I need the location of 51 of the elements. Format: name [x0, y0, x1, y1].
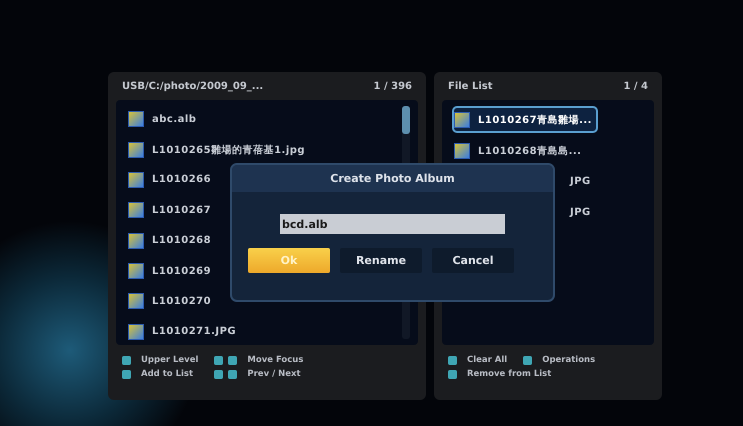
file-name[interactable]: L1010269 — [152, 266, 212, 277]
photo-file-icon — [128, 111, 144, 128]
photo-file-icon — [128, 324, 144, 340]
remote-key-icon — [214, 356, 224, 364]
scrollbar-thumb[interactable] — [402, 106, 410, 134]
photo-file-icon — [454, 112, 470, 128]
remote-key-icon — [448, 356, 457, 364]
photo-file-icon — [128, 142, 144, 158]
hint-label: Operations — [542, 355, 596, 365]
photo-file-icon — [454, 142, 470, 158]
hint-label: Remove from List — [467, 369, 552, 379]
hint-label: Move Focus — [247, 355, 304, 365]
file-list-item[interactable]: JPG — [564, 168, 597, 195]
hint-label: Prev / Next — [247, 369, 301, 379]
file-name: L1010268青島島... — [478, 144, 582, 158]
file-list-item[interactable]: L1010267青島雛場... — [452, 106, 598, 133]
remote-key-icon — [214, 370, 224, 378]
file-list-item[interactable]: L1010268青島島... — [452, 137, 588, 164]
file-name[interactable]: L1010267 — [152, 204, 212, 216]
file-name[interactable]: L1010268 — [152, 235, 212, 246]
item-counter: 1 / 4 — [623, 81, 648, 92]
photo-file-icon — [128, 263, 144, 280]
remote-key-icon — [122, 370, 131, 378]
photo-file-icon — [128, 232, 144, 249]
remote-key-icon — [228, 370, 238, 378]
file-name[interactable]: L1010271.JPG — [152, 326, 236, 338]
photo-file-icon — [128, 293, 144, 310]
list-title: File List — [448, 81, 492, 92]
file-name: JPG — [570, 207, 591, 218]
remote-key-icon — [122, 356, 131, 364]
file-name[interactable]: L1010270 — [152, 296, 212, 307]
dialog-title: Create Photo Album — [232, 165, 553, 192]
file-list-item[interactable]: JPG — [564, 199, 597, 226]
remote-key-icon — [523, 356, 532, 364]
path-title: USB/C:/photo/2009_09_... — [122, 81, 264, 92]
hint-label: Clear All — [467, 355, 508, 365]
file-name: L1010267青島雛場... — [478, 114, 592, 126]
dialog-button[interactable]: Rename — [340, 248, 422, 273]
photo-file-icon — [128, 172, 144, 188]
file-name[interactable]: abc.alb — [152, 114, 196, 125]
hint-label: Upper Level — [141, 355, 198, 365]
dialog-button[interactable]: Cancel — [432, 248, 514, 273]
hint-label: Add to List — [141, 369, 194, 379]
file-name[interactable]: L1010266 — [152, 174, 212, 186]
item-counter: 1 / 396 — [374, 81, 412, 92]
remote-key-icon — [228, 356, 238, 364]
photo-file-icon — [128, 202, 144, 218]
album-name-field[interactable]: bcd.alb — [280, 214, 505, 234]
remote-key-icon — [448, 370, 457, 378]
file-name[interactable]: L1010265雛場的青蓓基1.jpg — [152, 142, 306, 157]
file-name: JPG — [570, 176, 591, 187]
